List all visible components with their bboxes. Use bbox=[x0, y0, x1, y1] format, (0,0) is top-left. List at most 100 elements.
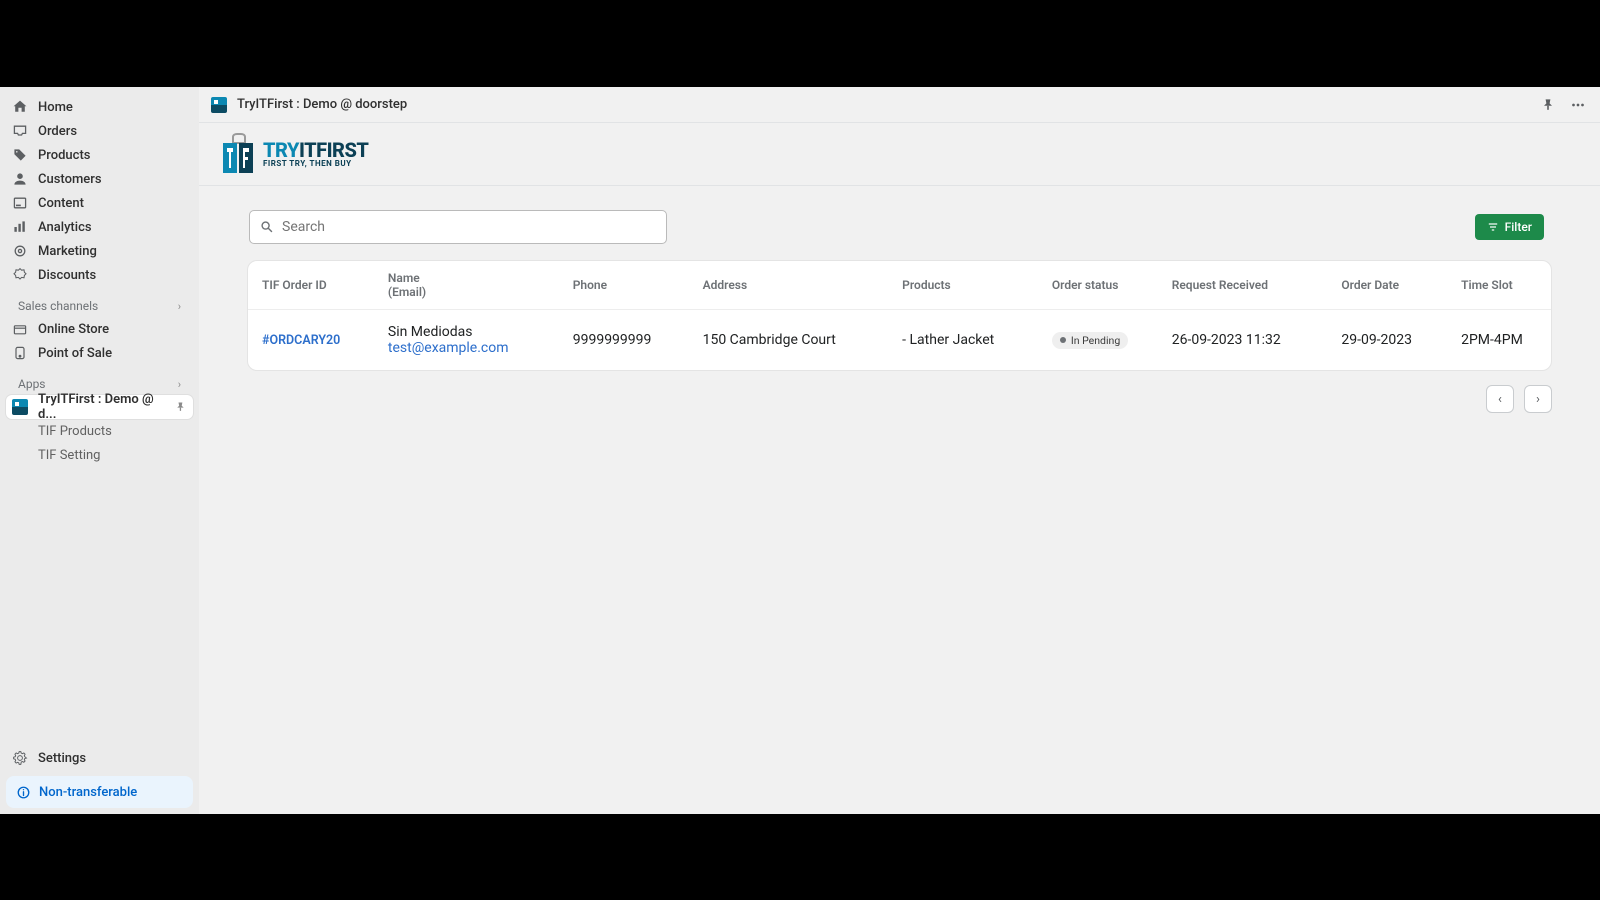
order-date: 29-09-2023 bbox=[1331, 310, 1451, 371]
analytics-icon bbox=[12, 219, 28, 235]
col-order-date: Order Date bbox=[1331, 261, 1451, 310]
sidebar-item-label: Settings bbox=[38, 751, 86, 766]
orders-table: TIF Order ID Name (Email) Phone Address … bbox=[248, 261, 1551, 370]
sidebar-item-label: Online Store bbox=[38, 322, 109, 337]
filter-button[interactable]: Filter bbox=[1475, 214, 1544, 240]
col-phone: Phone bbox=[563, 261, 693, 310]
more-icon[interactable] bbox=[1568, 95, 1588, 115]
col-address: Address bbox=[693, 261, 893, 310]
filter-label: Filter bbox=[1505, 220, 1532, 234]
sidebar-item-content[interactable]: Content bbox=[6, 191, 193, 215]
chevron-left-icon: ‹ bbox=[1498, 392, 1502, 407]
target-icon bbox=[12, 243, 28, 259]
sidebar-item-label: Orders bbox=[38, 124, 77, 139]
col-time-slot: Time Slot bbox=[1451, 261, 1551, 310]
order-products: - Lather Jacket bbox=[892, 310, 1042, 371]
pagination: ‹ › bbox=[223, 371, 1576, 413]
content-icon bbox=[12, 195, 28, 211]
sidebar-sub-tif-products[interactable]: TIF Products bbox=[6, 419, 193, 443]
status-dot-icon bbox=[1060, 337, 1066, 343]
sidebar-item-online-store[interactable]: Online Store bbox=[6, 317, 193, 341]
sidebar-item-label: Analytics bbox=[38, 220, 92, 235]
sidebar-sub-label: TIF Products bbox=[38, 424, 112, 439]
sidebar-sub-tif-setting[interactable]: TIF Setting bbox=[6, 443, 193, 467]
sidebar-item-marketing[interactable]: Marketing bbox=[6, 239, 193, 263]
chevron-right-icon[interactable]: › bbox=[178, 378, 181, 391]
request-received: 26-09-2023 11:32 bbox=[1162, 310, 1332, 371]
customer-address: 150 Cambridge Court bbox=[693, 310, 893, 371]
col-status: Order status bbox=[1042, 261, 1162, 310]
app-logo-row: TRYITFIRST FIRST TRY, THEN BUY bbox=[199, 123, 1600, 186]
tag-icon bbox=[12, 147, 28, 163]
col-order-id: TIF Order ID bbox=[248, 261, 378, 310]
non-transferable-label: Non-transferable bbox=[39, 785, 137, 800]
app-icon bbox=[12, 399, 28, 415]
col-received: Request Received bbox=[1162, 261, 1332, 310]
sidebar-item-orders[interactable]: Orders bbox=[6, 119, 193, 143]
next-page-button[interactable]: › bbox=[1524, 385, 1552, 413]
sidebar-item-label: Point of Sale bbox=[38, 346, 112, 361]
topbar: TryITFirst : Demo @ doorstep bbox=[199, 87, 1600, 123]
sidebar-nav: Home Orders Products Customers Content A… bbox=[0, 87, 199, 467]
store-icon bbox=[12, 321, 28, 337]
home-icon bbox=[12, 99, 28, 115]
sidebar-item-label: Home bbox=[38, 100, 73, 115]
sidebar-item-label: Marketing bbox=[38, 244, 97, 259]
gear-icon bbox=[12, 750, 28, 766]
sidebar-item-discounts[interactable]: Discounts bbox=[6, 263, 193, 287]
chevron-right-icon[interactable]: › bbox=[178, 300, 181, 313]
discount-icon bbox=[12, 267, 28, 283]
inbox-icon bbox=[12, 123, 28, 139]
sidebar-section-apps: Apps › bbox=[6, 365, 193, 395]
col-name: Name (Email) bbox=[378, 261, 563, 310]
sidebar-item-analytics[interactable]: Analytics bbox=[6, 215, 193, 239]
sidebar-item-tryitfirst[interactable]: TryITFirst : Demo @ d... bbox=[6, 395, 193, 419]
sidebar-item-customers[interactable]: Customers bbox=[6, 167, 193, 191]
sidebar-item-label: Discounts bbox=[38, 268, 96, 283]
page-title: TryITFirst : Demo @ doorstep bbox=[237, 97, 407, 112]
pin-icon[interactable] bbox=[1538, 95, 1558, 115]
section-label: Sales channels bbox=[18, 299, 98, 313]
col-name-sub: (Email) bbox=[388, 285, 553, 299]
toolbar: Filter bbox=[223, 210, 1576, 260]
sidebar-bottom: Settings Non-transferable bbox=[0, 740, 199, 814]
sidebar-item-pos[interactable]: Point of Sale bbox=[6, 341, 193, 365]
user-icon bbox=[12, 171, 28, 187]
filter-icon bbox=[1487, 221, 1499, 233]
order-id-link[interactable]: #ORDCARY20 bbox=[262, 333, 340, 348]
sidebar-sub-label: TIF Setting bbox=[38, 448, 100, 463]
content: Filter TIF Order ID Name (Email) Phone bbox=[199, 186, 1600, 437]
logo-icon bbox=[219, 133, 259, 175]
sidebar-section-sales: Sales channels › bbox=[6, 287, 193, 317]
app-icon bbox=[211, 97, 227, 113]
col-products: Products bbox=[892, 261, 1042, 310]
search-input[interactable] bbox=[282, 219, 656, 235]
prev-page-button[interactable]: ‹ bbox=[1486, 385, 1514, 413]
time-slot: 2PM-4PM bbox=[1451, 310, 1551, 371]
non-transferable-banner[interactable]: Non-transferable bbox=[6, 776, 193, 808]
sidebar-item-products[interactable]: Products bbox=[6, 143, 193, 167]
sidebar-item-label: Content bbox=[38, 196, 84, 211]
search-icon bbox=[260, 220, 274, 234]
sidebar-item-settings[interactable]: Settings bbox=[6, 746, 193, 770]
sidebar-item-label: Products bbox=[38, 148, 90, 163]
orders-table-card: TIF Order ID Name (Email) Phone Address … bbox=[247, 260, 1552, 371]
app-logo: TRYITFIRST FIRST TRY, THEN BUY bbox=[219, 133, 1580, 175]
sidebar-item-label: TryITFirst : Demo @ d... bbox=[38, 392, 164, 422]
pin-icon[interactable] bbox=[174, 400, 187, 414]
table-row[interactable]: #ORDCARY20 Sin Mediodas test@example.com… bbox=[248, 310, 1551, 371]
customer-name: Sin Mediodas bbox=[388, 324, 553, 340]
main: TryITFirst : Demo @ doorstep bbox=[199, 87, 1600, 814]
status-badge: In Pending bbox=[1052, 332, 1128, 349]
chevron-right-icon: › bbox=[1536, 392, 1540, 407]
section-label: Apps bbox=[18, 377, 46, 391]
customer-phone: 9999999999 bbox=[563, 310, 693, 371]
sidebar-item-label: Customers bbox=[38, 172, 102, 187]
col-name-top: Name bbox=[388, 271, 420, 285]
customer-email[interactable]: test@example.com bbox=[388, 340, 553, 356]
search-input-wrap[interactable] bbox=[249, 210, 667, 244]
sidebar-item-home[interactable]: Home bbox=[6, 95, 193, 119]
sidebar: Home Orders Products Customers Content A… bbox=[0, 87, 199, 814]
pos-icon bbox=[12, 345, 28, 361]
info-icon bbox=[16, 785, 31, 800]
